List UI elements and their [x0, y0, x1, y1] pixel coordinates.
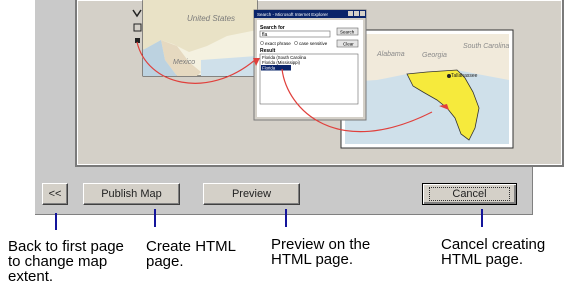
annotation-publish: Create HTML page.	[146, 238, 236, 270]
close-icon	[360, 11, 365, 16]
callout-line-back	[55, 213, 57, 230]
label-mexico: Mexico	[173, 59, 195, 66]
publish-map-button[interactable]: Publish Map	[83, 183, 180, 205]
search-input[interactable]	[259, 30, 331, 38]
label-united-states: United States	[187, 14, 235, 23]
label-south-carolina: South Carolina	[463, 43, 509, 50]
svg-text:Search: Search	[340, 30, 355, 35]
publish-dialog: United States Mexico Tallahassee South C…	[35, 0, 564, 215]
callout-line-preview	[285, 209, 287, 227]
callout-line-cancel	[481, 209, 483, 227]
annotation-preview: Preview on the HTML page.	[271, 236, 371, 268]
annotation-back: Back to first page to change map extent.	[8, 238, 124, 285]
map-preview-panel: United States Mexico Tallahassee South C…	[75, 0, 564, 167]
cancel-button-label: Cancel	[429, 187, 510, 201]
preview-illustration: United States Mexico Tallahassee South C…	[132, 0, 514, 149]
label-alabama: Alabama	[376, 51, 405, 58]
preview-button[interactable]: Preview	[203, 183, 300, 205]
result-item[interactable]: Florida (Mississippi)	[262, 60, 301, 65]
case-option: case sensitive	[299, 41, 328, 46]
annotation-cancel: Cancel creating HTML page.	[441, 236, 546, 268]
exact-option: exact phrase	[265, 41, 291, 46]
search-value: fla	[262, 32, 268, 38]
result-label: Result	[260, 48, 276, 54]
label-georgia: Georgia	[422, 52, 447, 59]
search-window-title: Search - Microsoft Internet Explorer	[257, 12, 329, 17]
cancel-button[interactable]: Cancel	[422, 183, 517, 205]
callout-line-publish	[154, 209, 156, 227]
svg-text:Tallahassee: Tallahassee	[451, 73, 478, 79]
svg-text:Clear: Clear	[343, 42, 354, 47]
page-tool-icon	[133, 23, 142, 32]
search-for-label: Search for	[260, 25, 285, 31]
back-button[interactable]: <<	[42, 183, 68, 205]
result-item-selected[interactable]: Florida	[262, 66, 276, 71]
chevron-tool-icon	[132, 9, 142, 18]
